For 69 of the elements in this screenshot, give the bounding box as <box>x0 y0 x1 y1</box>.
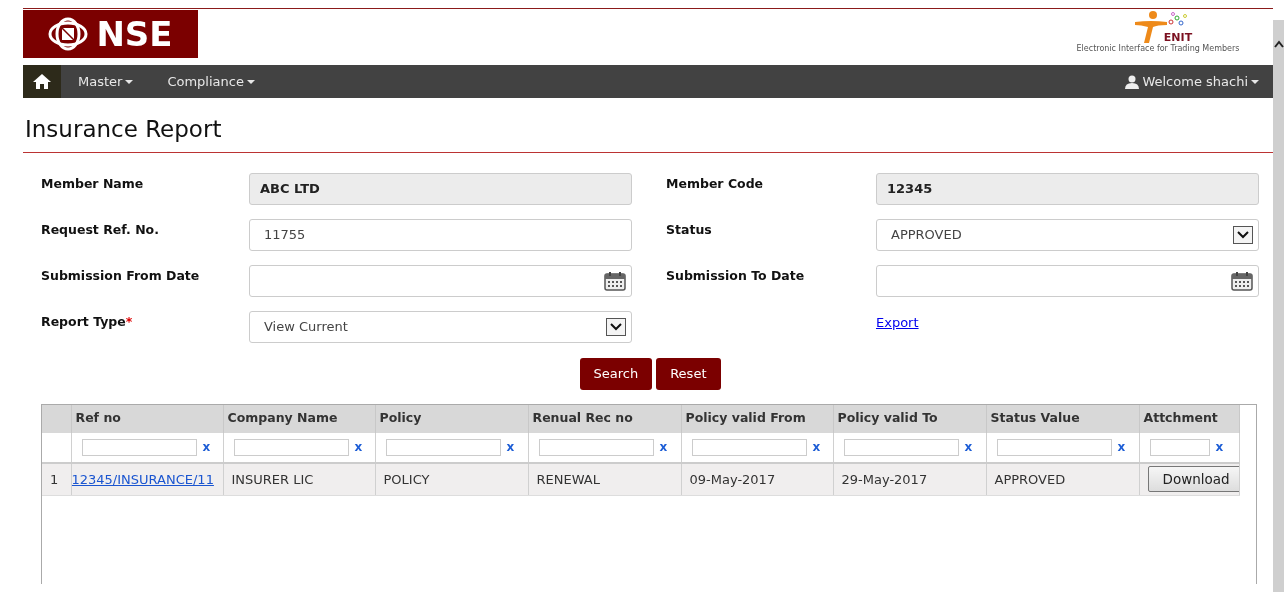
column-header: Company Name <box>223 404 375 433</box>
table-cell: RENEWAL <box>536 471 600 487</box>
dropdown[interactable]: APPROVED <box>876 218 1259 251</box>
scroll-up-icon[interactable] <box>1273 40 1284 48</box>
date-field[interactable] <box>249 264 632 297</box>
field-label: Submission From Date <box>41 267 200 283</box>
field-label: Submission To Date <box>666 267 805 283</box>
caret-icon <box>1251 79 1259 84</box>
field-label: Report Type* <box>41 313 133 329</box>
column-header: Policy valid From <box>681 404 833 433</box>
scrollbar[interactable] <box>1273 20 1284 592</box>
user-menu[interactable]: Welcome shachi <box>1108 71 1273 92</box>
filter-field[interactable] <box>691 439 807 457</box>
table-cell: APPROVED <box>994 471 1066 487</box>
home-icon <box>32 73 52 90</box>
table-cell: 09-May-2017 <box>689 471 776 487</box>
column-header: Ref no <box>71 404 223 433</box>
table-cell: 29-May-2017 <box>841 471 928 487</box>
clear-filter-button[interactable]: x <box>1215 440 1224 455</box>
row-number: 1 <box>50 471 59 487</box>
action-button[interactable]: Search <box>579 357 653 390</box>
table-cell: INSURER LIC <box>231 471 314 487</box>
input-field[interactable]: 12345 <box>876 172 1259 205</box>
logo-text: ENIT <box>1163 32 1193 43</box>
user-icon <box>1125 74 1140 89</box>
clear-filter-button[interactable]: x <box>354 440 363 455</box>
column-header: Renual Rec no <box>528 404 681 433</box>
dropdown[interactable]: View Current <box>249 310 632 343</box>
chevron-down-icon <box>610 322 622 331</box>
clear-filter-button[interactable]: x <box>202 440 211 455</box>
input-field[interactable]: ABC LTD <box>249 172 632 205</box>
download-button[interactable]: Download <box>1147 466 1238 493</box>
filter-field[interactable] <box>233 439 349 457</box>
column-header: Policy valid To <box>833 404 986 433</box>
logo-text: NSE <box>96 12 173 56</box>
caret-icon <box>246 79 255 84</box>
clear-filter-button[interactable]: x <box>1117 440 1126 455</box>
nav-menu[interactable]: Master <box>61 71 151 92</box>
filter-field[interactable] <box>385 439 501 457</box>
field-label: Request Ref. No. <box>41 221 159 237</box>
nav-menu[interactable]: Compliance <box>150 71 272 92</box>
clear-filter-button[interactable]: x <box>506 440 515 455</box>
filter-field[interactable] <box>996 439 1112 457</box>
field-label: Status <box>666 221 712 237</box>
field-label: Member Code <box>666 175 764 191</box>
clear-filter-button[interactable]: x <box>964 440 973 455</box>
filter-field[interactable] <box>1149 439 1210 457</box>
home-button[interactable] <box>23 65 61 98</box>
filter-field[interactable] <box>538 439 654 457</box>
table-cell: POLICY <box>383 471 430 487</box>
column-header: Attchment <box>1139 404 1239 433</box>
filter-field[interactable] <box>843 439 959 457</box>
logo-emblem-icon <box>48 17 89 51</box>
input-field[interactable]: 11755 <box>249 218 632 251</box>
chevron-down-icon <box>1237 230 1249 239</box>
column-header: Status Value <box>986 404 1139 433</box>
calendar-icon[interactable] <box>604 270 626 291</box>
caret-icon <box>125 79 134 84</box>
field-label: Member Name <box>41 175 144 191</box>
page-title: Insurance Report <box>25 116 223 144</box>
action-button[interactable]: Reset <box>656 357 721 390</box>
filter-field[interactable] <box>81 439 197 457</box>
export-link[interactable]: Export <box>876 314 919 330</box>
calendar-icon[interactable] <box>1231 270 1253 291</box>
date-field[interactable] <box>876 264 1259 297</box>
clear-filter-button[interactable]: x <box>659 440 668 455</box>
column-header: Policy <box>375 404 528 433</box>
logo-tagline: Electronic Interface for Trading Members <box>1076 43 1240 55</box>
clear-filter-button[interactable]: x <box>812 440 821 455</box>
